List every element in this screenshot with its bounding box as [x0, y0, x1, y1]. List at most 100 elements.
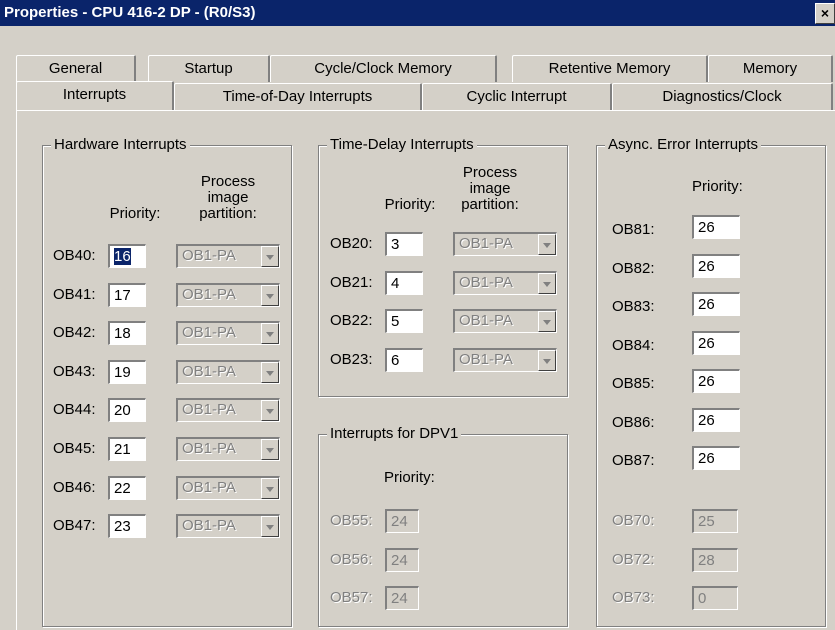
tab-diagnostics-clock[interactable]: Diagnostics/Clock	[612, 83, 833, 110]
priority-value: 26	[698, 411, 715, 429]
chevron-down-icon[interactable]	[538, 272, 556, 294]
chevron-down-icon[interactable]	[261, 323, 279, 345]
chevron-down-icon[interactable]	[261, 400, 279, 422]
tab-time-of-day-interrupts[interactable]: Time-of-Day Interrupts	[174, 83, 422, 110]
partition-value: OB1-PA	[459, 312, 513, 329]
chevron-down-icon[interactable]	[538, 349, 556, 371]
priority-input[interactable]: 4	[385, 270, 423, 295]
priority-input[interactable]: 26	[692, 446, 740, 470]
partition-select[interactable]: OB1-PA	[453, 232, 557, 256]
priority-value: 3	[391, 236, 400, 253]
priority-value: 6	[391, 351, 400, 369]
ob-label: OB22:	[330, 312, 373, 329]
partition-select[interactable]: OB1-PA	[176, 321, 280, 346]
priority-value: 0	[698, 590, 707, 607]
partition-select[interactable]: OB1-PA	[176, 359, 280, 384]
priority-input[interactable]: 26	[692, 215, 740, 239]
priority-input[interactable]: 26	[692, 369, 740, 393]
tab-general[interactable]: General	[16, 55, 136, 82]
tab-startup[interactable]: Startup	[148, 55, 270, 82]
partition-value: OB1-PA	[182, 285, 236, 303]
partition-value: OB1-PA	[182, 324, 236, 342]
time-delay-interrupts-legend: Time-Delay Interrupts	[327, 136, 477, 153]
ob-label: OB43:	[53, 362, 96, 380]
priority-value: 26	[698, 296, 715, 313]
tab-cyclic-interrupt[interactable]: Cyclic Interrupt	[422, 83, 612, 110]
partition-value: OB1-PA	[459, 273, 513, 291]
priority-input[interactable]: 26	[692, 292, 740, 316]
chevron-down-icon[interactable]	[261, 439, 279, 460]
partition-value: OB1-PA	[182, 401, 236, 419]
tab-retentive-memory[interactable]: Retentive Memory	[512, 55, 708, 82]
partition-value: OB1-PA	[459, 350, 513, 368]
hardware-interrupts-legend: Hardware Interrupts	[51, 136, 190, 153]
partition-select[interactable]: OB1-PA	[176, 437, 280, 461]
chevron-down-icon[interactable]	[261, 246, 279, 267]
priority-input[interactable]: 26	[692, 407, 740, 432]
priority-input[interactable]: 26	[692, 330, 740, 355]
ob-label: OB44:	[53, 401, 96, 419]
priority-value: 16	[114, 248, 131, 265]
title-bar: Properties - CPU 416-2 DP - (R0/S3) ×	[0, 0, 835, 26]
ob-label: OB72:	[612, 550, 655, 568]
ob-label: OB81:	[612, 221, 655, 238]
td-partition-header-2: image	[469, 180, 511, 197]
ob-label: OB83:	[612, 298, 655, 315]
dpv1-priority-header: Priority:	[384, 469, 435, 486]
ob-label: OB45:	[53, 440, 96, 457]
priority-value: 24	[391, 590, 408, 607]
partition-value: OB1-PA	[182, 478, 236, 496]
ob-label: OB84:	[612, 336, 655, 354]
priority-input[interactable]: 18	[108, 321, 146, 346]
chevron-down-icon[interactable]	[261, 516, 279, 538]
ob-label: OB85:	[612, 375, 655, 392]
priority-value: 28	[698, 551, 715, 569]
partition-select[interactable]: OB1-PA	[176, 475, 280, 500]
priority-value: 25	[698, 513, 715, 530]
priority-input: 24	[385, 586, 419, 610]
chevron-down-icon[interactable]	[538, 311, 556, 332]
ob-label: OB40:	[53, 247, 96, 264]
partition-select[interactable]: OB1-PA	[453, 270, 557, 295]
priority-input[interactable]: 3	[385, 232, 423, 256]
partition-select[interactable]: OB1-PA	[453, 309, 557, 333]
priority-input: 24	[385, 509, 419, 533]
priority-value: 5	[391, 313, 400, 330]
priority-input[interactable]: 19	[108, 359, 146, 384]
tab-cycle-clock-memory[interactable]: Cycle/Clock Memory	[270, 55, 497, 82]
priority-input: 0	[692, 586, 738, 610]
priority-input[interactable]: 22	[108, 475, 146, 500]
priority-value: 26	[698, 334, 715, 352]
close-button[interactable]: ×	[815, 3, 835, 24]
priority-value: 26	[698, 219, 715, 236]
chevron-down-icon[interactable]	[538, 234, 556, 255]
priority-input[interactable]: 23	[108, 514, 146, 539]
ob-label: OB20:	[330, 235, 373, 252]
chevron-down-icon[interactable]	[261, 284, 279, 306]
partition-select[interactable]: OB1-PA	[176, 244, 280, 268]
priority-input[interactable]: 20	[108, 398, 146, 423]
priority-value: 20	[114, 402, 131, 420]
ob-label: OB21:	[330, 273, 373, 291]
td-priority-header: Priority:	[384, 196, 436, 213]
td-partition-header-1: Process	[462, 164, 518, 181]
partition-select[interactable]: OB1-PA	[176, 398, 280, 423]
partition-select[interactable]: OB1-PA	[453, 347, 557, 372]
priority-input[interactable]: 16	[108, 244, 146, 268]
window-title: Properties - CPU 416-2 DP - (R0/S3)	[4, 4, 256, 21]
priority-input[interactable]: 17	[108, 282, 146, 307]
tab-interrupts[interactable]: Interrupts	[16, 81, 174, 111]
priority-input[interactable]: 5	[385, 309, 423, 333]
tab-memory[interactable]: Memory	[708, 55, 833, 82]
chevron-down-icon[interactable]	[261, 361, 279, 383]
chevron-down-icon[interactable]	[261, 477, 279, 499]
ob-label: OB46:	[53, 478, 96, 496]
partition-value: OB1-PA	[182, 247, 236, 264]
priority-input[interactable]: 6	[385, 347, 423, 372]
partition-select[interactable]: OB1-PA	[176, 282, 280, 307]
priority-input[interactable]: 21	[108, 437, 146, 461]
priority-input[interactable]: 26	[692, 253, 740, 278]
priority-value: 23	[114, 518, 131, 536]
ob-label: OB41:	[53, 285, 96, 303]
partition-select[interactable]: OB1-PA	[176, 514, 280, 539]
